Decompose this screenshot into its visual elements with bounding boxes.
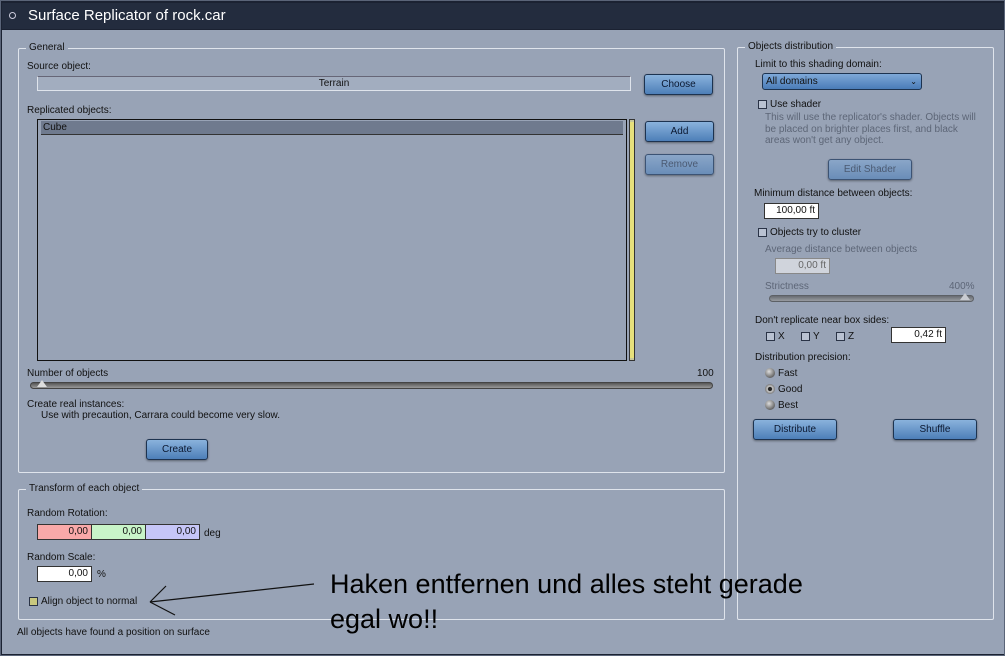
chevron-down-icon: ⌄ bbox=[910, 77, 917, 86]
precision-fast-radio[interactable] bbox=[765, 368, 775, 378]
distribution-legend: Objects distribution bbox=[745, 41, 837, 52]
slider-thumb[interactable] bbox=[37, 380, 47, 387]
distribute-button[interactable]: Distribute bbox=[753, 419, 837, 440]
number-of-objects-slider[interactable] bbox=[30, 380, 713, 389]
use-shader-checkbox[interactable] bbox=[758, 100, 767, 109]
align-to-normal-checkbox[interactable] bbox=[29, 597, 38, 606]
rotation-z-field[interactable]: 0,00 bbox=[145, 524, 200, 540]
dialog-body: General Source object: Terrain Choose Re… bbox=[2, 30, 1004, 654]
choose-button[interactable]: Choose bbox=[644, 74, 713, 95]
y-checkbox[interactable] bbox=[801, 332, 810, 341]
x-label[interactable]: X bbox=[778, 331, 785, 342]
precision-fast-label[interactable]: Fast bbox=[778, 368, 797, 379]
shading-domain-value: All domains bbox=[766, 76, 818, 87]
precision-best-radio[interactable] bbox=[765, 400, 775, 410]
z-checkbox[interactable] bbox=[836, 332, 845, 341]
rotation-unit: deg bbox=[204, 528, 221, 539]
random-scale-field[interactable]: 0,00 bbox=[37, 566, 92, 582]
random-rotation-label: Random Rotation: bbox=[27, 508, 108, 519]
precision-good-radio[interactable] bbox=[765, 384, 775, 394]
cluster-checkbox[interactable] bbox=[758, 228, 767, 237]
avg-distance-field[interactable]: 0,00 ft bbox=[775, 258, 830, 274]
annotation-line-1: Haken entfernen und alles steht gerade bbox=[330, 569, 803, 599]
general-legend: General bbox=[26, 42, 68, 53]
rotation-y-field[interactable]: 0,00 bbox=[91, 524, 146, 540]
scrollbar-thumb[interactable] bbox=[630, 122, 634, 358]
create-button[interactable]: Create bbox=[146, 439, 208, 460]
align-to-normal-label[interactable]: Align object to normal bbox=[41, 596, 137, 607]
strictness-label: Strictness bbox=[765, 281, 809, 292]
strictness-slider[interactable] bbox=[769, 293, 974, 302]
surface-replicator-window: Surface Replicator of rock.car General S… bbox=[0, 0, 1005, 656]
remove-button[interactable]: Remove bbox=[645, 154, 714, 175]
source-object-label: Source object: bbox=[27, 61, 91, 72]
shuffle-button[interactable]: Shuffle bbox=[893, 419, 977, 440]
shader-hint-line: areas won't get any object. bbox=[765, 135, 884, 146]
replicated-objects-list[interactable]: Cube bbox=[37, 119, 627, 361]
precision-best-label[interactable]: Best bbox=[778, 400, 798, 411]
box-distance-field[interactable]: 0,42 ft bbox=[891, 327, 946, 343]
strictness-value: 400% bbox=[949, 281, 975, 292]
number-of-objects-value: 100 bbox=[697, 368, 714, 379]
z-label[interactable]: Z bbox=[848, 331, 854, 342]
list-scrollbar[interactable] bbox=[629, 119, 635, 361]
precision-good-label[interactable]: Good bbox=[778, 384, 802, 395]
shading-domain-label: Limit to this shading domain: bbox=[755, 59, 882, 70]
shader-hint-line: This will use the replicator's shader. O… bbox=[765, 112, 976, 123]
window-menu-icon[interactable] bbox=[9, 12, 16, 19]
y-label[interactable]: Y bbox=[813, 331, 820, 342]
cluster-label[interactable]: Objects try to cluster bbox=[770, 227, 861, 238]
add-button[interactable]: Add bbox=[645, 121, 714, 142]
number-of-objects-label: Number of objects bbox=[27, 368, 109, 379]
replicated-objects-label: Replicated objects: bbox=[27, 105, 112, 116]
min-distance-field[interactable]: 100,00 ft bbox=[764, 203, 819, 219]
precision-label: Distribution precision: bbox=[755, 352, 851, 363]
random-scale-label: Random Scale: bbox=[27, 552, 96, 563]
edit-shader-button[interactable]: Edit Shader bbox=[828, 159, 912, 180]
title-bar: Surface Replicator of rock.car bbox=[2, 3, 1004, 29]
create-instances-hint: Use with precaution, Carrara could becom… bbox=[41, 410, 280, 421]
transform-legend: Transform of each object bbox=[26, 483, 143, 494]
annotation-line-2: egal wo!! bbox=[330, 604, 439, 634]
avg-distance-label: Average distance between objects bbox=[765, 244, 918, 255]
shader-hint-line: be placed on brighter places first, and … bbox=[765, 124, 958, 135]
box-sides-label: Don't replicate near box sides: bbox=[755, 315, 890, 326]
x-checkbox[interactable] bbox=[766, 332, 775, 341]
use-shader-label[interactable]: Use shader bbox=[770, 99, 821, 110]
min-distance-label: Minimum distance between objects: bbox=[754, 188, 913, 199]
rotation-x-field[interactable]: 0,00 bbox=[37, 524, 92, 540]
slider-thumb[interactable] bbox=[960, 293, 970, 300]
window-title: Surface Replicator of rock.car bbox=[28, 7, 226, 24]
list-item[interactable]: Cube bbox=[41, 121, 623, 135]
annotation-arrow-icon bbox=[149, 583, 315, 616]
create-instances-label: Create real instances: bbox=[27, 399, 125, 410]
shading-domain-select[interactable]: All domains ⌄ bbox=[762, 73, 922, 90]
source-object-field: Terrain bbox=[37, 76, 631, 91]
scale-unit: % bbox=[97, 569, 106, 580]
status-text: All objects have found a position on sur… bbox=[17, 627, 210, 638]
